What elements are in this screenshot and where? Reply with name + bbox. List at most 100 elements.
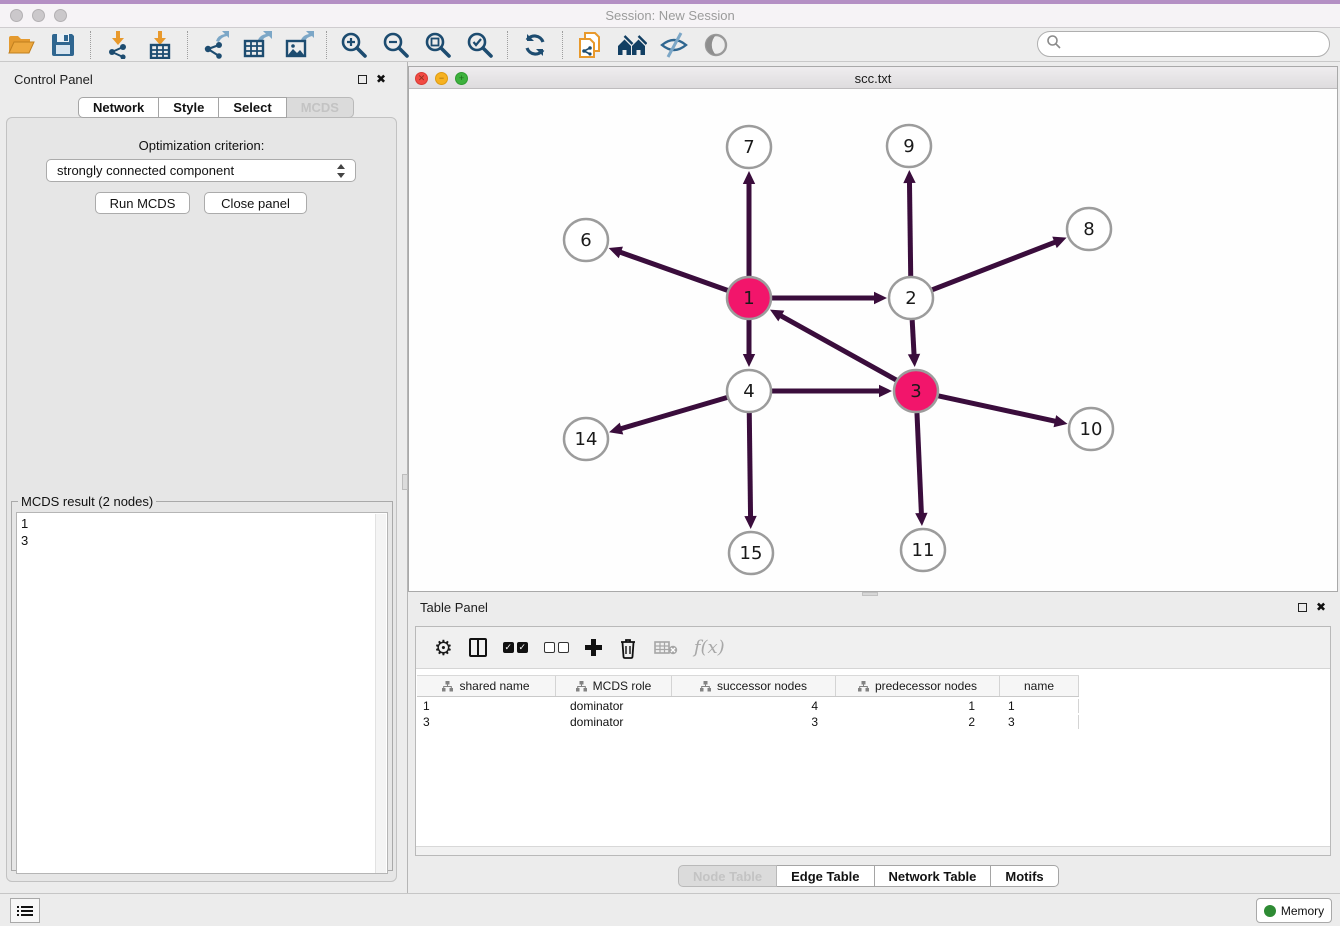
- search-input[interactable]: [1068, 37, 1329, 52]
- tab-style[interactable]: Style: [159, 97, 219, 118]
- graph-node-label: 3: [910, 381, 921, 402]
- import-network-icon[interactable]: [103, 30, 133, 60]
- result-line: 3: [21, 532, 383, 549]
- table-row[interactable]: 1 dominator 4 1 1: [417, 698, 1331, 714]
- tab-edge-table[interactable]: Edge Table: [777, 865, 874, 887]
- tab-network[interactable]: Network: [78, 97, 159, 118]
- titlebar-accent-strip: [0, 0, 1340, 4]
- table-panel-title: Table Panel: [420, 600, 488, 615]
- network-window-titlebar[interactable]: ✕ − + scc.txt: [409, 67, 1337, 89]
- column-header-shared-name[interactable]: shared name: [417, 676, 556, 696]
- graph-node-label: 6: [580, 230, 591, 251]
- edge-arrowhead: [908, 354, 920, 367]
- delete-table-icon[interactable]: [654, 633, 678, 663]
- column-header-successor-nodes[interactable]: successor nodes: [672, 676, 836, 696]
- hide-graphics-details-icon[interactable]: [659, 30, 689, 60]
- result-line: 1: [21, 515, 383, 532]
- table-settings-icon[interactable]: ⚙: [434, 633, 453, 663]
- table-toolbar: ⚙ ✓✓: [416, 627, 1330, 669]
- tab-select[interactable]: Select: [219, 97, 286, 118]
- network-canvas[interactable]: 1234678910111415: [409, 89, 1337, 591]
- memory-button[interactable]: Memory: [1256, 898, 1332, 923]
- export-table-icon[interactable]: [242, 30, 272, 60]
- graph-node-label: 15: [740, 543, 763, 564]
- export-network-icon[interactable]: [200, 30, 230, 60]
- network-view-window: ✕ − + scc.txt 1234678910111415: [408, 66, 1338, 592]
- import-table-icon[interactable]: [145, 30, 175, 60]
- column-header-mcds-role[interactable]: MCDS role: [556, 676, 672, 696]
- tab-node-table[interactable]: Node Table: [678, 865, 777, 887]
- graph-edge[interactable]: [937, 396, 1056, 422]
- zoom-out-icon[interactable]: [381, 30, 411, 60]
- export-image-icon[interactable]: [284, 30, 314, 60]
- add-column-icon[interactable]: [585, 633, 602, 663]
- deselect-all-icon[interactable]: [544, 633, 569, 663]
- column-header-name[interactable]: name: [1000, 676, 1079, 696]
- edge-arrowhead: [874, 292, 887, 304]
- function-builder-icon[interactable]: f(x): [694, 633, 725, 663]
- home-icon[interactable]: [617, 30, 647, 60]
- zoom-fit-icon[interactable]: [423, 30, 453, 60]
- graph-edge[interactable]: [749, 413, 750, 518]
- mcds-result-text[interactable]: 1 3: [16, 512, 388, 874]
- control-panel-close-icon[interactable]: ✖: [376, 73, 386, 85]
- toolbar-separator: [562, 31, 563, 59]
- column-header-predecessor-nodes[interactable]: predecessor nodes: [836, 676, 1000, 696]
- network-graph: 1234678910111415: [409, 89, 1337, 591]
- mcds-panel: Optimization criterion: strongly connect…: [6, 117, 397, 882]
- zoom-selected-icon[interactable]: [465, 30, 495, 60]
- result-scrollbar[interactable]: [375, 514, 386, 874]
- show-graphics-details-icon[interactable]: [701, 30, 731, 60]
- horizontal-splitter-grip[interactable]: [862, 592, 878, 596]
- edge-arrowhead: [743, 354, 755, 367]
- graph-node-label: 4: [743, 381, 754, 402]
- table-row[interactable]: 3 dominator 3 2 3: [417, 714, 1331, 730]
- select-all-icon[interactable]: ✓✓: [503, 633, 528, 663]
- tab-mcds[interactable]: MCDS: [287, 97, 354, 118]
- node-table-panel: ⚙ ✓✓: [415, 626, 1331, 856]
- graph-node-label: 14: [575, 429, 598, 450]
- control-panel-title: Control Panel: [14, 72, 93, 87]
- table-panel-float-icon[interactable]: [1298, 603, 1307, 612]
- control-panel-float-icon[interactable]: [358, 75, 367, 84]
- table-horizontal-scrollbar[interactable]: [416, 846, 1330, 855]
- mcds-result-group: MCDS result (2 nodes) 1 3: [11, 494, 393, 871]
- search-field[interactable]: [1037, 31, 1330, 57]
- toolbar-separator: [326, 31, 327, 59]
- close-panel-button[interactable]: Close panel: [204, 192, 307, 214]
- zoom-in-icon[interactable]: [339, 30, 369, 60]
- toolbar-separator: [507, 31, 508, 59]
- table-panel-close-icon[interactable]: ✖: [1316, 601, 1326, 613]
- tab-network-table[interactable]: Network Table: [875, 865, 992, 887]
- list-icon: [17, 904, 33, 918]
- edge-arrowhead: [903, 170, 915, 183]
- graph-edge[interactable]: [620, 397, 728, 429]
- graph-edge[interactable]: [917, 413, 921, 515]
- column-view-icon[interactable]: [469, 633, 487, 663]
- clone-network-icon[interactable]: [575, 30, 605, 60]
- dropdown-stepper-icon: [337, 164, 347, 178]
- edge-arrowhead: [915, 513, 927, 526]
- graph-node-label: 9: [903, 136, 914, 157]
- save-session-icon[interactable]: [48, 30, 78, 60]
- search-icon: [1046, 34, 1062, 55]
- optimization-criterion-dropdown[interactable]: strongly connected component: [46, 159, 356, 182]
- title-bar: Session: New Session: [0, 0, 1340, 28]
- graph-edge[interactable]: [932, 242, 1057, 290]
- table-header-row: shared name MCDS role successor nodes pr…: [417, 675, 1079, 697]
- refresh-layout-icon[interactable]: [520, 30, 550, 60]
- hierarchy-icon: [700, 681, 711, 692]
- graph-edge[interactable]: [780, 315, 897, 380]
- hierarchy-icon: [576, 681, 587, 692]
- open-session-icon[interactable]: [6, 30, 36, 60]
- tab-motifs[interactable]: Motifs: [991, 865, 1058, 887]
- graph-edge[interactable]: [912, 320, 914, 356]
- task-history-button[interactable]: [10, 898, 40, 923]
- graph-edge[interactable]: [619, 252, 728, 291]
- graph-edge[interactable]: [909, 181, 910, 276]
- run-mcds-button[interactable]: Run MCDS: [95, 192, 190, 214]
- delete-column-icon[interactable]: [618, 633, 638, 663]
- edge-arrowhead: [609, 247, 623, 259]
- main-toolbar: [0, 28, 1340, 62]
- graph-node-label: 8: [1083, 219, 1094, 240]
